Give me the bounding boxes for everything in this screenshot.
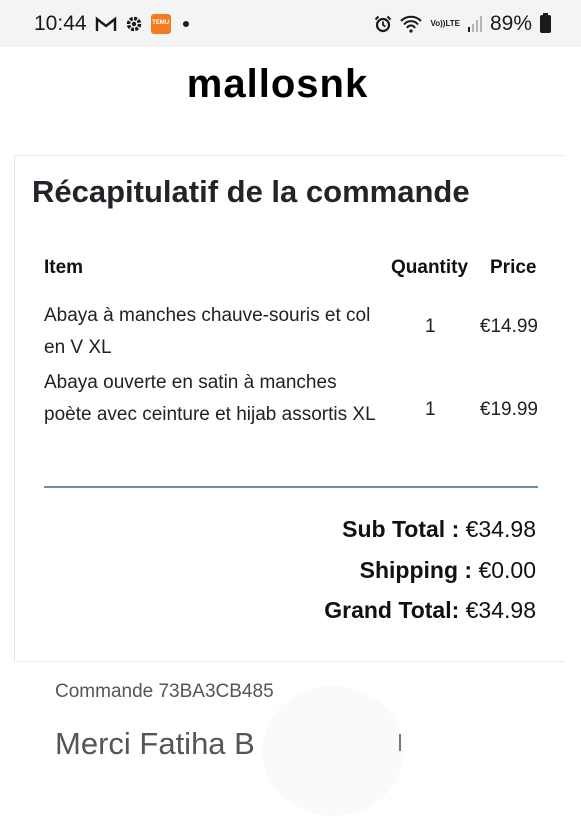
brand-logo[interactable]: mallosnk: [0, 62, 555, 107]
subtotal-row: Sub Total : €34.98: [136, 516, 536, 543]
clock: 10:44: [34, 11, 87, 35]
temu-label: TEMU: [152, 20, 170, 26]
grand-total-value: €34.98: [465, 597, 536, 623]
thank-you-message: Merci Fatiha B: [55, 726, 255, 761]
status-bar-left: 10:44 TEMU: [34, 12, 189, 36]
subtotal-value: €34.98: [465, 516, 536, 542]
column-header-price: Price: [490, 257, 537, 278]
volte-icon: Vo)) LTE: [430, 19, 459, 28]
item-quantity: 1: [425, 399, 436, 420]
status-bar-right: Vo)) LTE 89%: [374, 12, 551, 36]
column-header-quantity: Quantity: [391, 257, 469, 278]
settings-icon: [125, 15, 143, 33]
alarm-icon: [374, 15, 392, 33]
shipping-label: Shipping :: [359, 557, 473, 583]
item-name: Abaya à manches chauve-souris et col en …: [44, 305, 371, 358]
item-price: €19.99: [479, 399, 538, 420]
signal-icon: [467, 15, 482, 32]
totals-divider: [44, 486, 538, 488]
gmail-icon: [95, 16, 117, 32]
order-number: Commande 73BA3CB485: [55, 681, 274, 702]
network-type: LTE: [445, 19, 460, 28]
text-fragment: [399, 734, 401, 751]
temu-icon: TEMU: [150, 13, 171, 34]
grand-total-row: Grand Total: €34.98: [136, 597, 536, 624]
grand-total-label: Grand Total:: [324, 597, 460, 623]
notification-dot-icon: [182, 20, 189, 27]
wifi-icon: [400, 15, 423, 33]
item-quantity: 1: [425, 316, 436, 337]
item-name: Abaya ouverte en satin à manches poète a…: [44, 372, 376, 425]
redaction-overlay: [262, 686, 404, 816]
shipping-row: Shipping : €0.00: [136, 557, 536, 584]
table-row: Abaya à manches chauve-souris et col en …: [44, 300, 539, 364]
battery-icon: [540, 12, 551, 33]
item-price: €14.99: [479, 316, 538, 337]
volte-label: Vo)): [430, 19, 446, 28]
status-bar: 10:44 TEMU Vo)) LTE 89%: [0, 0, 581, 47]
order-summary-card: Récapitulatif de la commande Item Quanti…: [14, 155, 564, 662]
summary-title: Récapitulatif de la commande: [32, 174, 470, 209]
shipping-value: €0.00: [478, 557, 536, 583]
battery-percent: 89%: [489, 11, 532, 35]
table-row: Abaya ouverte en satin à manches poète a…: [44, 367, 539, 463]
subtotal-label: Sub Total :: [342, 516, 460, 542]
column-header-item: Item: [44, 257, 84, 278]
